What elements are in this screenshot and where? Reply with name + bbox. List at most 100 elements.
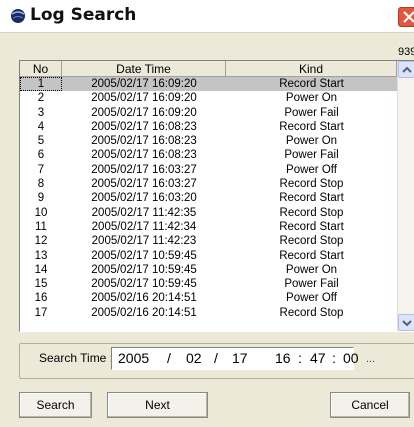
row-datetime: 2005/02/17 11:42:35 bbox=[91, 206, 197, 219]
row-number: 16 bbox=[34, 292, 48, 305]
search-time-field[interactable]: 2005 / 02 / 17 16 : 47 : 00 bbox=[111, 347, 359, 370]
date-separator: / bbox=[214, 350, 218, 366]
row-number: 3 bbox=[37, 106, 45, 119]
table-row[interactable]: 3 2005/02/17 16:09:20 Power Fail bbox=[20, 106, 397, 120]
second-field[interactable]: 00 bbox=[343, 350, 359, 366]
row-datetime: 2005/02/17 10:59:45 bbox=[91, 249, 197, 262]
row-number: 4 bbox=[37, 120, 45, 133]
table-row[interactable]: 6 2005/02/17 16:08:23 Power Fail bbox=[20, 148, 397, 162]
search-time-label: Search Time : bbox=[39, 351, 114, 365]
row-kind: Record Start bbox=[279, 192, 344, 205]
table-row[interactable]: 13 2005/02/17 10:59:45 Record Start bbox=[20, 249, 397, 263]
row-datetime: 2005/02/17 16:08:23 bbox=[91, 120, 197, 133]
table-row[interactable]: 8 2005/02/17 16:03:27 Record Stop bbox=[20, 177, 397, 191]
table-row[interactable]: 4 2005/02/17 16:08:23 Record Start bbox=[20, 120, 397, 134]
table-row[interactable]: 10 2005/02/17 11:42:35 Record Stop bbox=[20, 206, 397, 220]
column-header-datetime[interactable]: Date Time bbox=[62, 61, 226, 77]
row-datetime: 2005/02/17 16:09:20 bbox=[91, 92, 197, 105]
time-separator: : bbox=[332, 350, 336, 366]
close-button[interactable] bbox=[398, 7, 414, 27]
chevron-down-icon bbox=[402, 320, 412, 327]
title-bar: Log Search bbox=[0, 0, 414, 33]
row-number: 11 bbox=[35, 220, 47, 233]
record-count: 939 bbox=[398, 46, 414, 58]
row-number: 12 bbox=[34, 235, 48, 248]
row-kind: Record Start bbox=[226, 77, 397, 92]
row-number: 2 bbox=[37, 92, 45, 105]
table-row[interactable]: 5 2005/02/17 16:08:23 Power On bbox=[20, 134, 397, 148]
row-number: 13 bbox=[34, 249, 48, 262]
window-title: Log Search bbox=[30, 5, 137, 25]
time-separator: : bbox=[298, 350, 302, 366]
row-kind: Power Off bbox=[286, 163, 337, 176]
vertical-scrollbar[interactable] bbox=[397, 61, 414, 331]
row-datetime: 2005/02/17 16:03:20 bbox=[91, 192, 197, 205]
row-number: 17 bbox=[34, 306, 48, 319]
row-datetime: 2005/02/17 11:42:23 bbox=[91, 235, 197, 248]
row-kind: Record Stop bbox=[279, 306, 344, 319]
table-row[interactable]: 1 2005/02/17 16:09:20 Record Start bbox=[20, 77, 397, 92]
scroll-up-button[interactable] bbox=[398, 61, 414, 78]
day-field[interactable]: 17 bbox=[232, 350, 248, 366]
row-number: 6 bbox=[37, 149, 45, 162]
row-number: 14 bbox=[34, 263, 48, 276]
table-row[interactable]: 17 2005/02/16 20:14:51 Record Stop bbox=[20, 306, 397, 320]
row-datetime: 2005/02/17 10:59:45 bbox=[91, 263, 197, 276]
row-datetime: 2005/02/17 11:42:34 bbox=[91, 220, 197, 233]
row-number: 5 bbox=[37, 135, 45, 148]
row-kind: Power Fail bbox=[284, 149, 339, 162]
row-number: 1 bbox=[20, 77, 62, 92]
month-field[interactable]: 02 bbox=[186, 350, 202, 366]
row-kind: Power On bbox=[285, 135, 338, 148]
row-datetime: 2005/02/17 16:08:23 bbox=[91, 149, 197, 162]
row-kind: Power Off bbox=[286, 292, 337, 305]
log-list[interactable]: No Date Time Kind 1 2005/02/17 16:09:20 Re… bbox=[19, 60, 414, 332]
table-row[interactable]: 14 2005/02/17 10:59:45 Power On bbox=[20, 263, 397, 277]
year-field[interactable]: 2005 bbox=[118, 350, 149, 366]
row-kind: Power Fail bbox=[284, 278, 339, 291]
close-icon bbox=[403, 11, 414, 23]
row-datetime: 2005/02/16 20:14:51 bbox=[91, 306, 197, 319]
date-picker-button[interactable]: ... bbox=[366, 353, 375, 365]
row-datetime: 2005/02/17 16:03:27 bbox=[91, 163, 197, 176]
minute-field[interactable]: 47 bbox=[310, 350, 326, 366]
row-kind: Power Fail bbox=[284, 106, 339, 119]
table-row[interactable]: 16 2005/02/16 20:14:51 Power Off bbox=[20, 291, 397, 305]
search-button[interactable]: Search bbox=[19, 392, 92, 418]
row-kind: Power On bbox=[285, 263, 338, 276]
row-kind: Record Start bbox=[279, 249, 344, 262]
row-datetime: 2005/02/17 16:08:23 bbox=[91, 135, 197, 148]
scroll-track[interactable] bbox=[398, 78, 414, 294]
row-datetime: 2005/02/17 16:03:27 bbox=[91, 178, 197, 191]
cancel-button[interactable]: Cancel bbox=[330, 392, 410, 418]
next-button[interactable]: Next bbox=[107, 392, 208, 418]
column-header-kind[interactable]: Kind bbox=[226, 61, 397, 77]
row-datetime: 2005/02/17 16:09:20 bbox=[62, 77, 226, 92]
row-number: 15 bbox=[34, 278, 48, 291]
row-kind: Record Start bbox=[279, 120, 344, 133]
scroll-down-button[interactable] bbox=[398, 314, 414, 331]
row-datetime: 2005/02/17 16:09:20 bbox=[91, 106, 197, 119]
row-datetime: 2005/02/16 20:14:51 bbox=[91, 292, 197, 305]
date-separator: / bbox=[167, 350, 171, 366]
table-row[interactable]: 11 2005/02/17 11:42:34 Record Start bbox=[20, 220, 397, 234]
row-kind: Record Start bbox=[279, 220, 344, 233]
row-kind: Record Stop bbox=[279, 178, 344, 191]
table-row[interactable]: 12 2005/02/17 11:42:23 Record Stop bbox=[20, 234, 397, 248]
table-row[interactable]: 9 2005/02/17 16:03:20 Record Start bbox=[20, 191, 397, 205]
row-number: 10 bbox=[34, 206, 48, 219]
table-row[interactable]: 7 2005/02/17 16:03:27 Power Off bbox=[20, 163, 397, 177]
row-kind: Power On bbox=[285, 92, 338, 105]
list-rows: 1 2005/02/17 16:09:20 Record Start 2 2005/02… bbox=[20, 77, 397, 320]
table-row[interactable]: 15 2005/02/17 10:59:45 Power Fail bbox=[20, 277, 397, 291]
app-globe-icon bbox=[11, 9, 25, 23]
column-header-no[interactable]: No bbox=[20, 61, 62, 77]
row-kind: Record Stop bbox=[279, 235, 344, 248]
hour-field[interactable]: 16 bbox=[275, 350, 291, 366]
row-number: 9 bbox=[37, 192, 45, 205]
table-row[interactable]: 2 2005/02/17 16:09:20 Power On bbox=[20, 91, 397, 105]
row-kind: Record Stop bbox=[279, 206, 344, 219]
row-number: 8 bbox=[37, 178, 45, 191]
chevron-up-icon bbox=[402, 66, 412, 73]
row-datetime: 2005/02/17 10:59:45 bbox=[91, 278, 197, 291]
